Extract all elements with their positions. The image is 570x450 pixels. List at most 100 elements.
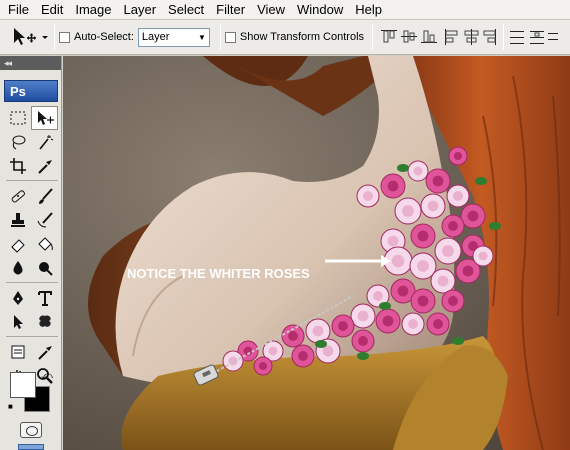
healing-brush-tool[interactable] bbox=[4, 184, 31, 208]
lasso-tool[interactable] bbox=[4, 130, 31, 154]
rose-leaf bbox=[357, 352, 369, 360]
rose-center bbox=[417, 230, 429, 242]
magic-wand-icon bbox=[38, 135, 53, 150]
tools-divider bbox=[6, 180, 58, 181]
distribute-vertical-centers-icon[interactable] bbox=[530, 31, 545, 44]
menu-view[interactable]: View bbox=[251, 0, 291, 20]
pen-tool[interactable] bbox=[4, 286, 31, 310]
quick-mask-button[interactable] bbox=[20, 422, 42, 438]
photoshop-window: File Edit Image Layer Select Filter View… bbox=[0, 0, 570, 450]
align-left-edges-icon[interactable] bbox=[445, 29, 458, 45]
distribute-bottom-edges-icon[interactable] bbox=[548, 33, 559, 40]
eyedropper-tool[interactable] bbox=[31, 154, 58, 178]
shape-icon bbox=[38, 315, 51, 327]
brush-icon bbox=[38, 188, 53, 204]
rose-center bbox=[417, 260, 429, 272]
eyedropper-icon bbox=[37, 160, 52, 174]
photoshop-logo[interactable]: Ps bbox=[4, 80, 58, 102]
crop-tool[interactable] bbox=[4, 154, 31, 178]
swap-colors-icon[interactable]: ⤺ bbox=[41, 370, 53, 383]
align-buttons bbox=[381, 29, 497, 45]
brush-tool[interactable] bbox=[31, 184, 58, 208]
tools-divider bbox=[6, 336, 58, 337]
default-colors-icon[interactable]: ■ bbox=[8, 402, 13, 411]
align-horizontal-centers-icon[interactable] bbox=[464, 29, 479, 45]
align-right-edges-icon[interactable] bbox=[483, 29, 497, 45]
menu-filter[interactable]: Filter bbox=[210, 0, 251, 20]
rose-center bbox=[448, 296, 458, 306]
rose-center bbox=[413, 166, 423, 176]
custom-shape-tool[interactable] bbox=[31, 310, 58, 334]
eyedropper-sample-tool[interactable] bbox=[31, 340, 58, 364]
show-transform-label: Show Transform Controls bbox=[239, 31, 365, 43]
annotation-text: NOTICE THE WHITER ROSES bbox=[127, 266, 310, 281]
rose-center bbox=[453, 151, 463, 161]
paint-bucket-tool[interactable] bbox=[31, 232, 58, 256]
foreground-color-swatch[interactable] bbox=[10, 372, 36, 398]
rose-center bbox=[268, 346, 278, 356]
history-brush-icon bbox=[37, 212, 53, 228]
menu-help[interactable]: Help bbox=[349, 0, 388, 20]
menu-select[interactable]: Select bbox=[162, 0, 210, 20]
auto-select-value: Layer bbox=[141, 31, 170, 43]
rose-center bbox=[382, 315, 394, 327]
align-vertical-centers-icon[interactable] bbox=[401, 30, 418, 43]
rose-center bbox=[338, 321, 348, 331]
rose-leaf bbox=[475, 177, 487, 185]
clone-stamp-tool[interactable] bbox=[4, 208, 31, 232]
type-tool[interactable] bbox=[31, 286, 58, 310]
auto-select-dropdown[interactable]: Layer ▼ bbox=[137, 27, 210, 47]
blur-drop-icon bbox=[13, 261, 22, 275]
menu-window[interactable]: Window bbox=[291, 0, 349, 20]
tools-panel-header[interactable]: ◂◂ bbox=[0, 56, 61, 70]
show-transform-checkbox[interactable] bbox=[224, 31, 236, 43]
rose-center bbox=[453, 191, 463, 201]
rose-center bbox=[373, 291, 383, 301]
rose-center bbox=[417, 295, 429, 307]
bandage-icon bbox=[11, 190, 25, 203]
menu-file[interactable]: File bbox=[2, 0, 35, 20]
tool-preset-picker[interactable] bbox=[6, 22, 50, 52]
rose-center bbox=[462, 265, 474, 277]
quick-selection-tool[interactable] bbox=[31, 130, 58, 154]
rose-center bbox=[312, 325, 324, 337]
align-bottom-edges-icon[interactable] bbox=[421, 30, 438, 43]
rose-center bbox=[357, 310, 369, 322]
rose-center bbox=[427, 200, 439, 212]
document-canvas[interactable]: NOTICE THE WHITER ROSES bbox=[63, 56, 570, 450]
blur-tool[interactable] bbox=[4, 256, 31, 280]
rose-center bbox=[467, 210, 479, 222]
menu-layer[interactable]: Layer bbox=[118, 0, 163, 20]
canvas-artwork: NOTICE THE WHITER ROSES bbox=[63, 56, 570, 450]
dodge-tool[interactable] bbox=[31, 256, 58, 280]
collapse-icon[interactable]: ◂◂ bbox=[4, 58, 12, 69]
rose-leaf bbox=[315, 340, 327, 348]
marquee-tool[interactable] bbox=[4, 106, 31, 130]
align-top-edges-icon[interactable] bbox=[381, 30, 398, 43]
chevron-down-icon: ▼ bbox=[198, 32, 206, 42]
eraser-tool[interactable] bbox=[4, 232, 31, 256]
menu-bar: File Edit Image Layer Select Filter View… bbox=[0, 0, 570, 20]
path-selection-tool[interactable] bbox=[4, 310, 31, 334]
marquee-icon bbox=[10, 111, 25, 125]
eraser-icon bbox=[10, 239, 25, 253]
rose-leaf bbox=[397, 164, 409, 172]
screen-mode-button[interactable] bbox=[18, 444, 44, 450]
options-bar: Auto-Select: Layer ▼ Show Transform Cont… bbox=[0, 20, 570, 55]
notes-icon bbox=[11, 345, 24, 359]
distribute-top-edges-icon[interactable] bbox=[510, 31, 525, 44]
crop-icon bbox=[9, 158, 26, 174]
eyedropper-icon bbox=[37, 346, 52, 360]
distribute-buttons bbox=[510, 31, 559, 44]
dodge-icon bbox=[38, 262, 53, 276]
rose-center bbox=[363, 191, 373, 201]
auto-select-checkbox[interactable] bbox=[59, 31, 70, 43]
menu-image[interactable]: Image bbox=[69, 0, 117, 20]
menu-edit[interactable]: Edit bbox=[35, 0, 69, 20]
pen-icon bbox=[12, 291, 23, 305]
color-swatches: ■ ⤺ bbox=[8, 370, 54, 418]
rose-center bbox=[298, 351, 308, 361]
move-tool[interactable] bbox=[31, 106, 58, 130]
history-brush-tool[interactable] bbox=[31, 208, 58, 232]
notes-tool[interactable] bbox=[4, 340, 31, 364]
